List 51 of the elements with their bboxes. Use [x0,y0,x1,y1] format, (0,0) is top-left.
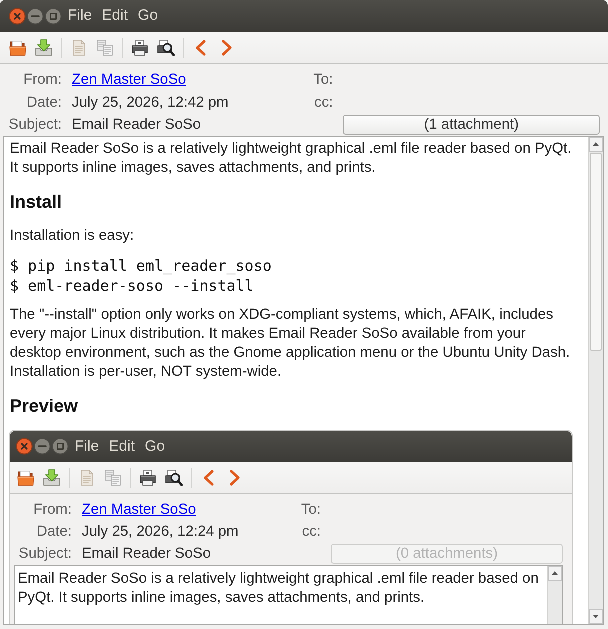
date-label: Date: [36,524,72,540]
date-value: July 25, 2026, 12:24 pm [82,524,239,540]
close-icon[interactable] [9,8,26,24]
copy-icon[interactable] [96,38,114,56]
cc-label: cc: [302,524,321,540]
attachments-button[interactable]: (1 attachment) [343,115,600,135]
from-label: From: [24,72,62,88]
body-paragraph: Email Reader SoSo is a relatively lightweight graphical .eml file reader based on PyQt. It supports inline images, saves attachments, and prints. [18,570,540,608]
scroll-up-icon[interactable] [589,137,603,152]
menu-item[interactable]: Edit [109,438,136,456]
sender-link[interactable]: Zen Master SoSo [72,72,186,88]
date-value: July 25, 2026, 12:42 pm [72,94,229,110]
body-paragraph: Installation is easy: [10,227,136,246]
command-line: $ eml-reader-soso --install [10,276,255,296]
printer-icon[interactable] [131,38,149,56]
subject-label: Subject: [8,117,62,133]
menu-item[interactable]: File [75,438,100,456]
to-label: To: [301,502,321,518]
close-icon[interactable] [16,438,33,455]
command-line: $ pip install eml_reader_soso [10,256,273,276]
sender-link[interactable]: Zen Master SoSo [82,502,196,518]
body-paragraph: Email Reader SoSo is a relatively lightweight graphical .eml file reader based on PyQt. It supports inline images, saves attachments, and prints. [10,140,573,178]
to-label: To: [314,72,334,88]
folder-icon[interactable] [17,468,35,486]
print-preview-icon[interactable] [165,468,183,486]
from-label: From: [34,502,72,518]
scroll-up-icon[interactable] [548,566,562,581]
maximize-icon[interactable] [45,8,62,24]
menu-item[interactable]: File [68,7,92,25]
section-heading: Install [10,191,64,214]
minimize-icon[interactable] [34,438,51,455]
menu-item[interactable]: Go [145,438,166,456]
date-label: Date: [26,94,62,110]
copy-icon[interactable] [104,468,122,486]
print-preview-icon[interactable] [157,38,175,56]
maximize-icon[interactable] [52,438,69,455]
subject-value: Email Reader SoSo [82,546,211,562]
menu-item[interactable]: Edit [102,7,128,25]
folder-icon[interactable] [9,38,27,56]
minimize-icon[interactable] [27,8,44,24]
download-tray-icon[interactable] [43,468,61,486]
subject-label: Subject: [18,546,72,562]
subject-value: Email Reader SoSo [72,117,201,133]
scroll-down-icon[interactable] [589,609,603,624]
menu-item[interactable]: Go [138,7,158,25]
body-paragraph: The "--install" option only works on XDG-compliant systems, which, AFAIK, includes every major Linux distribution. It makes Email Reader SoSo available from your desktop environment, such as the Gnome application menu or the Ubuntu Unity Dash. Installation is per-user, NOT system-wide. [10,306,572,382]
cc-label: cc: [314,94,334,110]
scrollbar-thumb[interactable] [590,153,602,351]
section-heading: Preview [10,395,80,418]
printer-icon[interactable] [139,468,157,486]
download-tray-icon[interactable] [35,38,53,56]
